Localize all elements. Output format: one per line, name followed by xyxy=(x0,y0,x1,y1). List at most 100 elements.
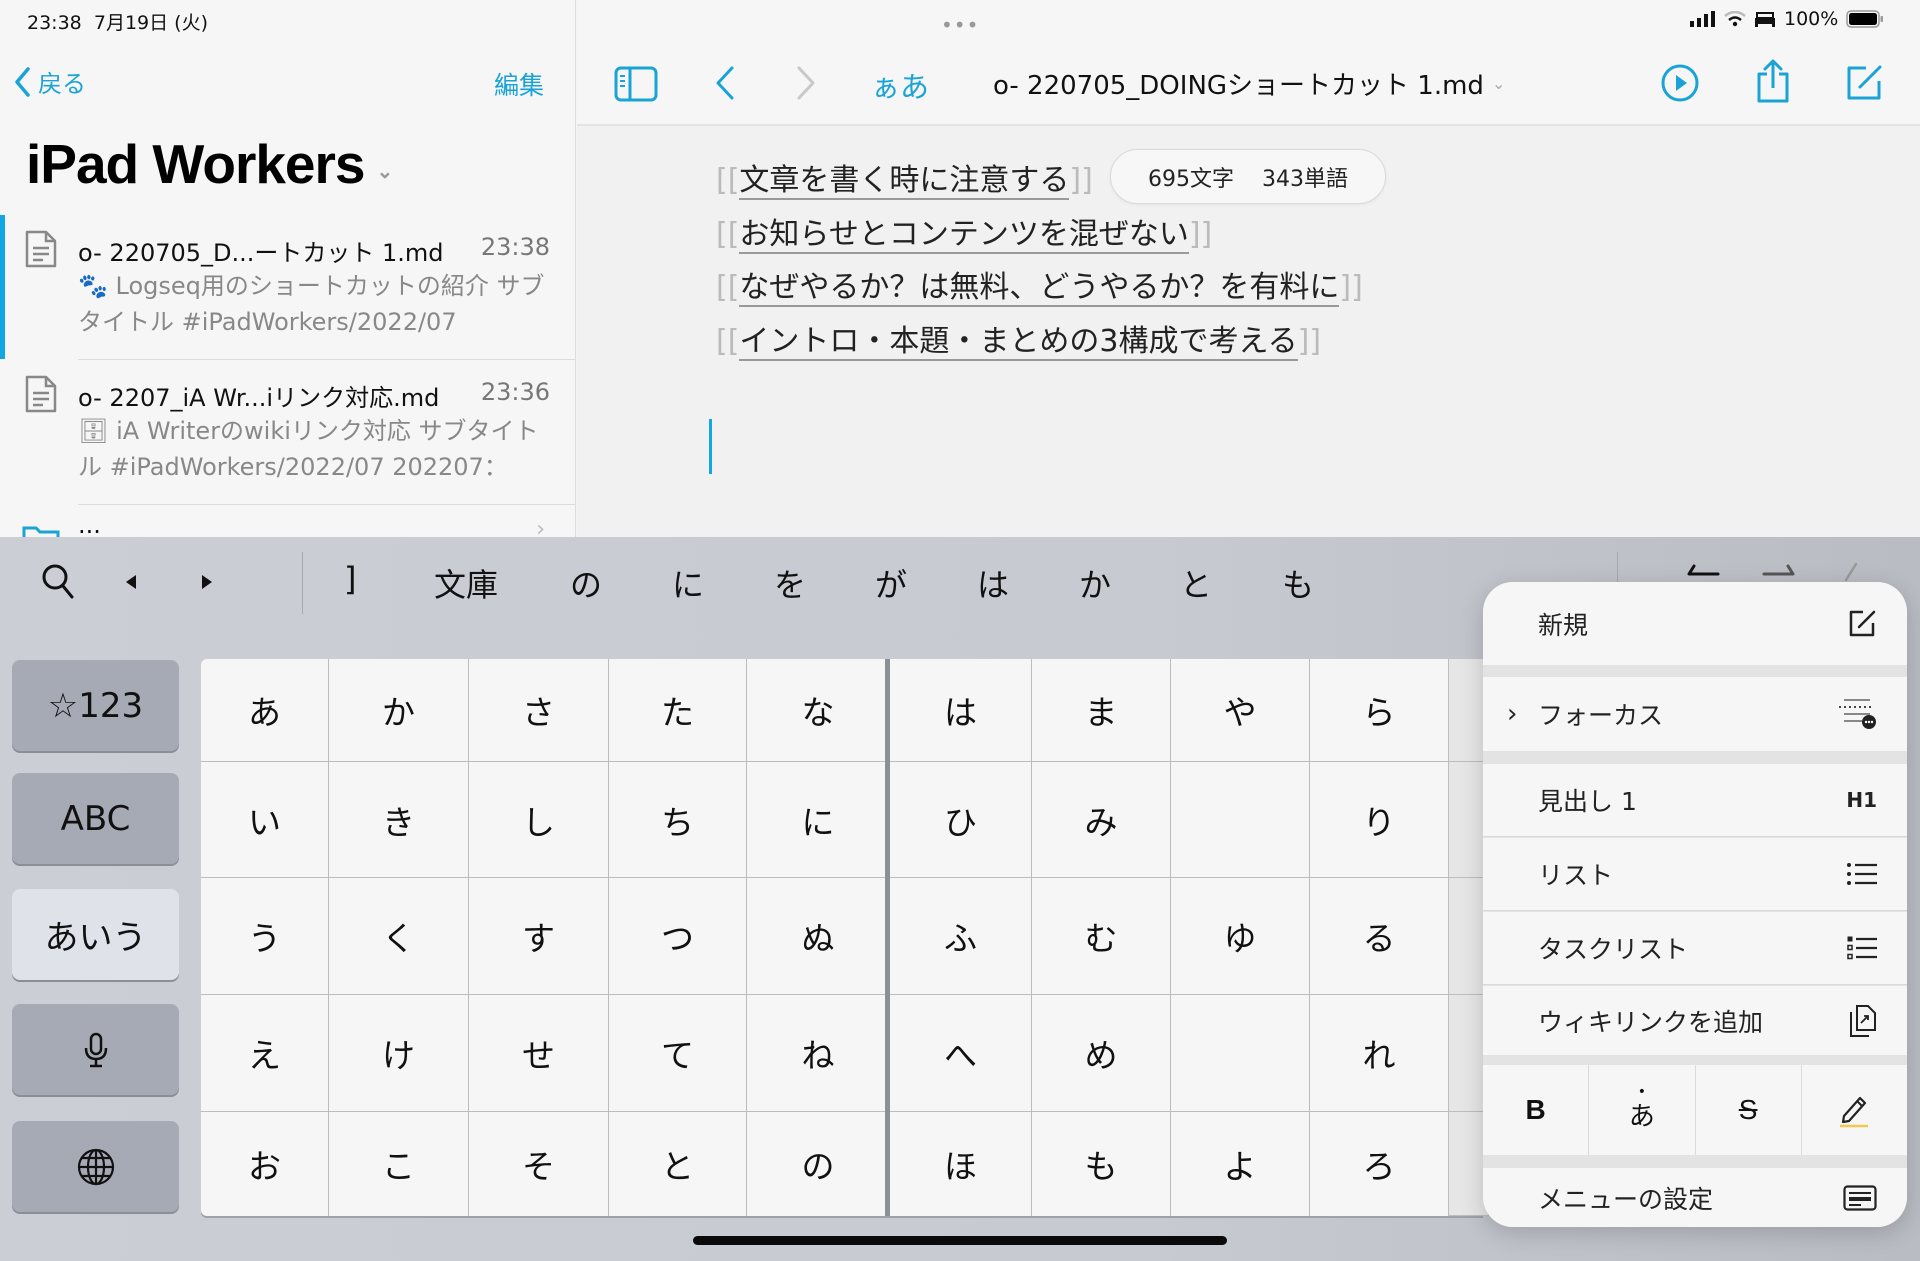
forward-arrow-icon[interactable] xyxy=(795,65,817,101)
kana-key[interactable]: の xyxy=(747,1112,890,1216)
kana-key[interactable]: に xyxy=(747,762,890,878)
kana-key[interactable]: み xyxy=(1032,762,1171,878)
kana-key[interactable]: け xyxy=(329,995,469,1112)
edit-button[interactable]: 編集 xyxy=(494,66,544,102)
redo-icon[interactable] xyxy=(1762,562,1796,584)
kana-key[interactable]: こ xyxy=(329,1112,469,1216)
kana-key[interactable]: へ xyxy=(890,995,1032,1112)
library-title[interactable]: iPad Workers ⌄ xyxy=(26,132,393,196)
kana-key[interactable]: は xyxy=(890,659,1032,762)
highlight-button[interactable] xyxy=(1802,1065,1907,1155)
menu-item-focus[interactable]: › フォーカス xyxy=(1483,677,1907,751)
kana-key[interactable]: ろ xyxy=(1310,1112,1449,1216)
kana-key[interactable]: ま xyxy=(1032,659,1171,762)
kana-key[interactable]: い xyxy=(201,762,329,878)
file-list-item[interactable]: o- 220705_D...ートカット 1.md 23:38 🐾 Logseq用… xyxy=(0,215,575,360)
kana-key[interactable]: め xyxy=(1032,995,1171,1112)
undo-icon[interactable] xyxy=(1686,562,1720,584)
kana-key[interactable]: え xyxy=(201,995,329,1112)
kana-key[interactable]: し xyxy=(469,762,609,878)
dictation-key[interactable] xyxy=(12,1004,179,1095)
wikilink[interactable]: お知らせとコンテンツを混ぜない xyxy=(739,216,1189,254)
paste-icon[interactable] xyxy=(1842,562,1862,584)
suggestion[interactable]: を xyxy=(774,560,806,606)
kana-key[interactable]: な xyxy=(747,659,890,762)
kana-key[interactable]: ぬ xyxy=(747,878,890,995)
menu-item-add-wikilink[interactable]: ウィキリンクを追加 xyxy=(1483,986,1907,1055)
kana-key[interactable]: う xyxy=(201,878,329,995)
kana-key[interactable]: ね xyxy=(747,995,890,1112)
cursor-left-icon[interactable] xyxy=(124,574,138,590)
folder-list-item[interactable]: ... › xyxy=(0,505,575,541)
back-arrow-icon[interactable] xyxy=(714,65,736,101)
font-settings-button[interactable]: ぁあ xyxy=(871,64,929,106)
kana-key[interactable]: お xyxy=(201,1112,329,1216)
kana-key[interactable]: す xyxy=(469,878,609,995)
search-icon[interactable] xyxy=(40,562,76,600)
word-count-badge[interactable]: 695文字 343単語 xyxy=(1110,149,1386,204)
library-title-text: iPad Workers xyxy=(26,133,366,195)
kana-key[interactable]: と xyxy=(609,1112,747,1216)
emphasis-dot-button[interactable]: • あ xyxy=(1589,1065,1696,1155)
abc-key[interactable]: ABC xyxy=(12,773,179,864)
sidebar-toggle-icon[interactable] xyxy=(614,66,658,102)
suggestion[interactable]: が xyxy=(875,560,907,606)
kana-key[interactable] xyxy=(1171,762,1310,878)
kana-key[interactable]: ふ xyxy=(890,878,1032,995)
kana-key[interactable]: よ xyxy=(1171,1112,1310,1216)
kana-key[interactable]: る xyxy=(1310,878,1449,995)
kana-key[interactable]: く xyxy=(329,878,469,995)
suggestion[interactable]: は xyxy=(977,560,1009,606)
kana-key[interactable]: む xyxy=(1032,878,1171,995)
wikilink[interactable]: イントロ・本題・まとめの3構成で考える xyxy=(739,323,1298,361)
kana-key[interactable]: た xyxy=(609,659,747,762)
kana-key[interactable]: つ xyxy=(609,878,747,995)
wikilink[interactable]: 文章を書く時に注意する xyxy=(739,163,1070,200)
hiragana-key[interactable]: あいう xyxy=(12,889,179,980)
home-indicator[interactable] xyxy=(693,1236,1227,1245)
kana-key[interactable]: き xyxy=(329,762,469,878)
menu-item-menu-settings[interactable]: メニューの設定 xyxy=(1483,1168,1907,1227)
kana-key[interactable]: や xyxy=(1171,659,1310,762)
keyboard-split-divider[interactable] xyxy=(885,659,890,1216)
globe-key[interactable] xyxy=(12,1121,179,1212)
kana-key[interactable]: あ xyxy=(201,659,329,762)
kana-key[interactable]: そ xyxy=(469,1112,609,1216)
suggestion[interactable]: の xyxy=(570,560,602,606)
suggestion[interactable]: と xyxy=(1180,560,1212,606)
kana-key[interactable]: て xyxy=(609,995,747,1112)
preview-play-icon[interactable] xyxy=(1660,63,1700,103)
suggestion[interactable]: ] xyxy=(344,560,356,598)
kana-key[interactable]: せ xyxy=(469,995,609,1112)
back-button[interactable]: 戻る xyxy=(14,64,86,99)
share-icon[interactable] xyxy=(1755,58,1791,104)
strikethrough-button[interactable]: S xyxy=(1696,1065,1802,1155)
kana-key[interactable]: ほ xyxy=(890,1112,1032,1216)
kana-key[interactable]: さ xyxy=(469,659,609,762)
kana-key[interactable] xyxy=(1171,995,1310,1112)
suggestion[interactable]: 文庫 xyxy=(434,560,498,606)
menu-item-heading1[interactable]: 見出し 1 H1 xyxy=(1483,764,1907,837)
kana-key[interactable]: ひ xyxy=(890,762,1032,878)
kana-key[interactable]: か xyxy=(329,659,469,762)
bold-button[interactable]: B xyxy=(1483,1065,1590,1155)
kana-key[interactable]: ら xyxy=(1310,659,1449,762)
kana-key[interactable]: ゆ xyxy=(1171,878,1310,995)
kana-key[interactable]: も xyxy=(1032,1112,1171,1216)
kana-key[interactable]: り xyxy=(1310,762,1449,878)
wikilink[interactable]: なぜやるか？は無料、どうやるか？を有料に xyxy=(739,270,1340,307)
suggestion[interactable]: も xyxy=(1282,560,1314,606)
menu-item-task-list[interactable]: タスクリスト xyxy=(1483,912,1907,985)
document-title[interactable]: o- 220705_DOINGショートカット 1.md ⌄ xyxy=(993,65,1505,102)
cursor-right-icon[interactable] xyxy=(200,574,214,590)
multitasking-handle[interactable]: ••• xyxy=(941,13,979,37)
compose-icon[interactable] xyxy=(1844,63,1884,103)
menu-item-new[interactable]: 新規 xyxy=(1483,582,1907,665)
kana-key[interactable]: れ xyxy=(1310,995,1449,1112)
kana-key[interactable]: ち xyxy=(609,762,747,878)
file-list-item[interactable]: o- 2207_iA Wr...iリンク対応.md 23:36 🗄 iA Wri… xyxy=(0,360,575,505)
menu-item-list[interactable]: リスト xyxy=(1483,838,1907,911)
symbols-key[interactable]: ☆123 xyxy=(12,660,179,751)
suggestion[interactable]: か xyxy=(1079,560,1111,606)
suggestion[interactable]: に xyxy=(672,560,704,606)
